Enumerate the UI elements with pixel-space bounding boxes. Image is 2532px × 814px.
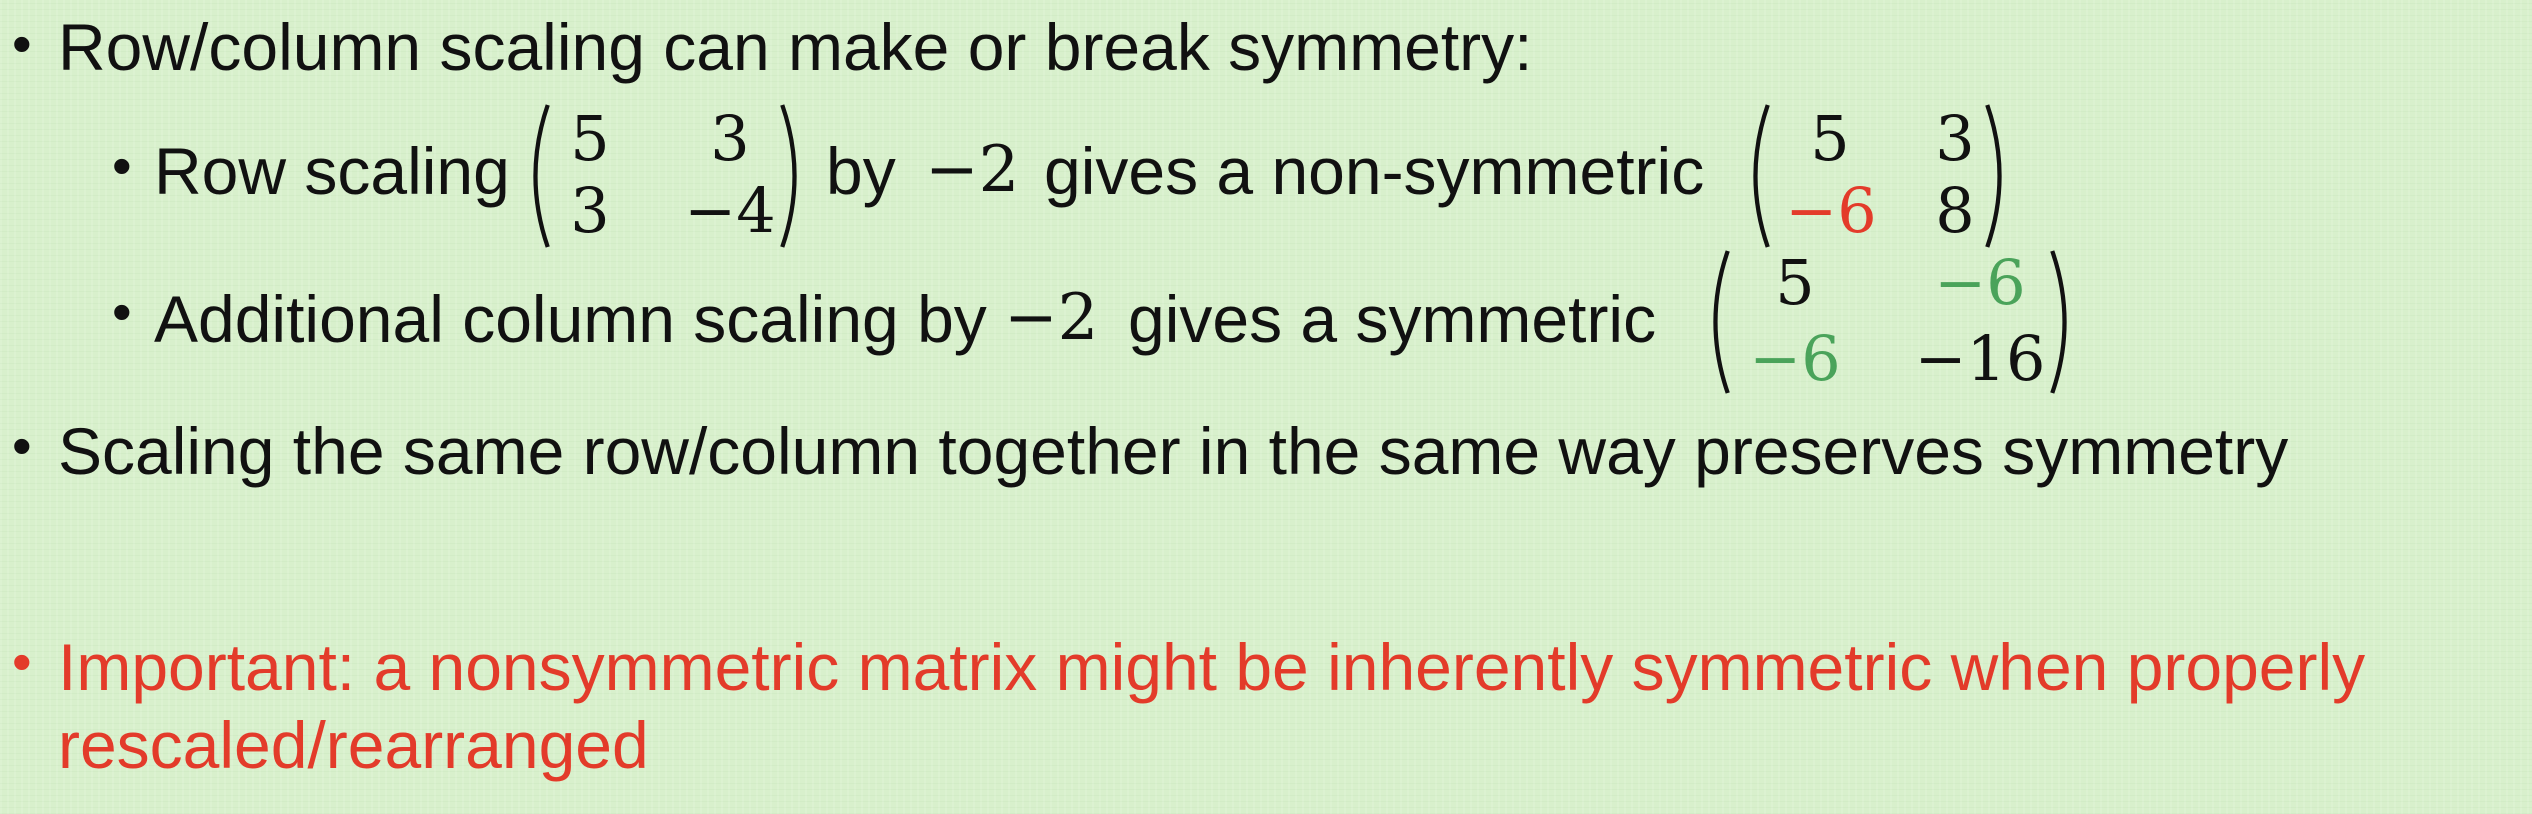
matrix-original-r2c1: 3 [570, 174, 610, 247]
matrix-row-scaled: 5 3 −6 8 [1740, 102, 2015, 250]
matrix-symmetric-r2c2: −16 [1914, 322, 2046, 395]
right-parenthesis [778, 102, 810, 250]
bullet-1-text: Row/column scaling can make or break sym… [58, 10, 1533, 84]
sub-bullet-2-suffix: gives a symmetric [1128, 282, 1657, 356]
sub-bullet-1-prefix: Row scaling [154, 134, 510, 208]
matrix-original: 5 3 3 −4 [520, 102, 810, 250]
slide: { "bullets": { "b1": { "text": "Row/colu… [0, 0, 2532, 814]
matrix-row-scaled-r1c2: 3 [1935, 102, 1975, 175]
sub-bullet-1-factor: −2 [925, 133, 1020, 207]
sub-bullet-2-prefix: Additional column scaling by [154, 282, 987, 356]
bullet-dot: • [12, 12, 32, 75]
matrix-symmetric: 5 −6 −6 −16 [1700, 248, 2080, 396]
right-parenthesis [1983, 102, 2015, 250]
important-note-line-2: rescaled/rearranged [58, 708, 649, 782]
matrix-symmetric-r1c2: −6 [1934, 246, 2026, 319]
important-note-line-1: Important: a nonsymmetric matrix might b… [58, 630, 2366, 704]
sub-bullet-2-factor: −2 [1004, 281, 1099, 355]
matrix-original-r1c2: 3 [710, 102, 750, 175]
matrix-symmetric-r1c1: 5 [1775, 246, 1815, 319]
matrix-original-r2c2: −4 [684, 174, 776, 247]
bullet-2-text: Scaling the same row/column together in … [58, 414, 2289, 488]
matrix-original-r1c1: 5 [570, 102, 610, 175]
right-parenthesis [2048, 248, 2080, 396]
sub-bullet-1-by: by [826, 134, 896, 208]
sub-bullet-dot: • [112, 134, 132, 197]
sub-bullet-1-suffix: gives a non-symmetric [1044, 134, 1705, 208]
matrix-row-scaled-r1c1: 5 [1810, 102, 1850, 175]
left-parenthesis [520, 102, 552, 250]
left-parenthesis [1700, 248, 1732, 396]
left-parenthesis [1740, 102, 1772, 250]
matrix-symmetric-r2c1: −6 [1749, 322, 1841, 395]
matrix-row-scaled-r2c1: −6 [1785, 174, 1877, 247]
bullet-dot: • [12, 414, 32, 477]
matrix-row-scaled-r2c2: 8 [1935, 174, 1975, 247]
sub-bullet-dot: • [112, 280, 132, 343]
bullet-dot: • [12, 630, 32, 693]
